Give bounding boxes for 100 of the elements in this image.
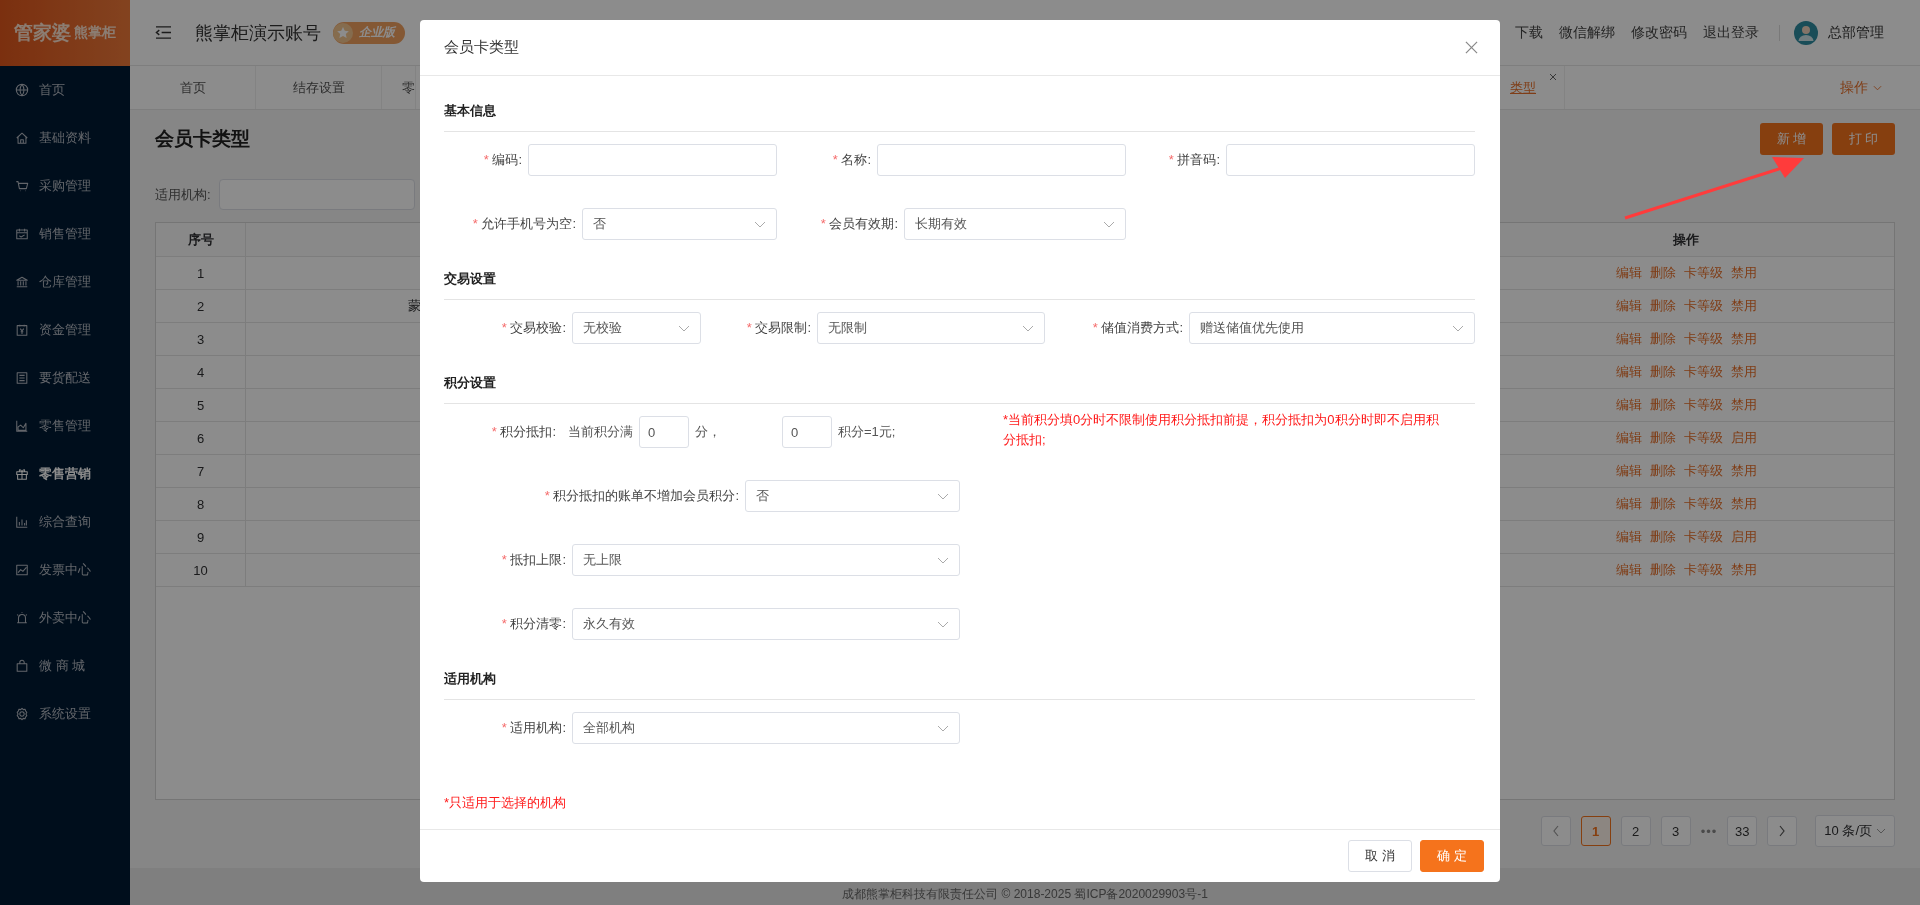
close-icon[interactable] (1465, 41, 1478, 54)
sidebar-item[interactable]: 零售营销 (0, 450, 130, 498)
pagination-ellipsis[interactable]: ••• (1700, 823, 1718, 839)
row-action-link[interactable]: 删除 (1649, 264, 1676, 282)
page-button[interactable]: 3 (1660, 816, 1691, 846)
next-page-button[interactable] (1767, 816, 1798, 846)
sidebar-item[interactable]: 基础资料 (0, 114, 130, 162)
select-field[interactable]: 赠送储值优先使用 (1189, 312, 1475, 344)
row-action-link[interactable]: 卡等级 (1683, 462, 1723, 480)
row-action-link[interactable]: 卡等级 (1683, 363, 1723, 381)
page-tab[interactable]: 零 (382, 66, 416, 109)
sidebar-item[interactable]: 零售管理 (0, 402, 130, 450)
settings-icon (15, 707, 29, 721)
row-action-link[interactable]: 禁用 (1730, 396, 1757, 414)
row-action-link[interactable]: 卡等级 (1683, 495, 1723, 513)
row-action-link[interactable]: 编辑 (1615, 429, 1642, 447)
gift-icon (15, 467, 29, 481)
select-field[interactable]: 长期有效 (904, 208, 1126, 240)
menu-icon[interactable] (155, 25, 172, 40)
input-field[interactable] (1226, 144, 1475, 176)
chevron-left-icon (1551, 825, 1560, 837)
previous-page-button[interactable] (1540, 816, 1571, 846)
row-action-link[interactable]: 编辑 (1615, 330, 1642, 348)
row-action-link[interactable]: 编辑 (1615, 264, 1642, 282)
user-name[interactable]: 总部管理 (1828, 23, 1884, 42)
select-field[interactable]: 无校验 (572, 312, 701, 344)
confirm-button[interactable]: 确 定 (1420, 840, 1484, 872)
page-tab[interactable]: 类型 (1506, 66, 1565, 109)
row-action-link[interactable]: 删除 (1649, 528, 1676, 546)
row-action-link[interactable]: 启用 (1730, 429, 1757, 447)
row-action-link[interactable]: 卡等级 (1683, 429, 1723, 447)
row-action-link[interactable]: 删除 (1649, 429, 1676, 447)
header-link[interactable]: 退出登录 (1703, 23, 1759, 42)
row-action-link[interactable]: 启用 (1730, 528, 1757, 546)
row-action-link[interactable]: 删除 (1649, 561, 1676, 579)
input-field[interactable] (877, 144, 1126, 176)
row-action-link[interactable]: 删除 (1649, 462, 1676, 480)
row-action-link[interactable]: 卡等级 (1683, 528, 1723, 546)
row-action-link[interactable]: 禁用 (1730, 264, 1757, 282)
row-action-link[interactable]: 删除 (1649, 297, 1676, 315)
row-action-link[interactable]: 编辑 (1615, 561, 1642, 579)
home-icon (15, 131, 29, 145)
row-action-link[interactable]: 卡等级 (1683, 330, 1723, 348)
sidebar-item[interactable]: 系统设置 (0, 690, 130, 738)
row-action-link[interactable]: 卡等级 (1683, 297, 1723, 315)
row-action-link[interactable]: 编辑 (1615, 363, 1642, 381)
sidebar-item[interactable]: 资金管理 (0, 306, 130, 354)
input-field[interactable] (528, 144, 777, 176)
row-action-link[interactable]: 禁用 (1730, 330, 1757, 348)
page-button[interactable]: 1 (1580, 816, 1611, 846)
sidebar-item[interactable]: 销售管理 (0, 210, 130, 258)
select-field[interactable]: 全部机构 (572, 712, 960, 744)
sidebar-item[interactable]: 首页 (0, 66, 130, 114)
page-button[interactable]: 33 (1727, 816, 1758, 846)
table-cell: 4 (156, 356, 246, 388)
sidebar-item[interactable]: 要货配送 (0, 354, 130, 402)
input-field[interactable]: 0 (639, 416, 689, 448)
sidebar-item[interactable]: 综合查询 (0, 498, 130, 546)
close-icon[interactable] (1548, 72, 1558, 82)
sidebar-item[interactable]: 外卖中心 (0, 594, 130, 642)
header-link[interactable]: 修改密码 (1631, 23, 1687, 42)
row-action-link[interactable]: 编辑 (1615, 396, 1642, 414)
actions-menu[interactable]: 操作 (1840, 66, 1882, 109)
page-size-select[interactable]: 10 条/页 (1815, 815, 1895, 847)
select-field[interactable]: 否 (745, 480, 960, 512)
select-field[interactable]: 无限制 (817, 312, 1045, 344)
sidebar-item[interactable]: 发票中心 (0, 546, 130, 594)
row-action-link[interactable]: 禁用 (1730, 462, 1757, 480)
row-action-link[interactable]: 禁用 (1730, 297, 1757, 315)
row-action-link[interactable]: 卡等级 (1683, 396, 1723, 414)
row-action-link[interactable]: 编辑 (1615, 462, 1642, 480)
toolbar-button[interactable]: 新 增 (1760, 123, 1823, 155)
page-tab[interactable]: 首页 (130, 66, 256, 109)
cancel-button[interactable]: 取 消 (1348, 840, 1412, 872)
row-action-link[interactable]: 删除 (1649, 495, 1676, 513)
row-action-link[interactable]: 禁用 (1730, 495, 1757, 513)
row-action-link[interactable]: 禁用 (1730, 561, 1757, 579)
row-action-link[interactable]: 卡等级 (1683, 264, 1723, 282)
page-tab[interactable]: 结存设置 (256, 66, 382, 109)
header-link[interactable]: 下载 (1515, 23, 1543, 42)
header-link[interactable]: 微信解绑 (1559, 23, 1615, 42)
row-action-link[interactable]: 卡等级 (1683, 561, 1723, 579)
sidebar-item[interactable]: 采购管理 (0, 162, 130, 210)
row-action-link[interactable]: 编辑 (1615, 297, 1642, 315)
row-action-link[interactable]: 禁用 (1730, 363, 1757, 381)
input-field[interactable]: 0 (782, 416, 832, 448)
table-cell: 9 (156, 521, 246, 553)
sidebar-item[interactable]: 仓库管理 (0, 258, 130, 306)
row-action-link[interactable]: 删除 (1649, 330, 1676, 348)
cart-icon (15, 179, 29, 193)
row-action-link[interactable]: 编辑 (1615, 528, 1642, 546)
select-field[interactable]: 永久有效 (572, 608, 960, 640)
sidebar-item[interactable]: 微 商 城 (0, 642, 130, 690)
select-field[interactable]: 否 (582, 208, 777, 240)
select-field[interactable]: 无上限 (572, 544, 960, 576)
toolbar-button[interactable]: 打 印 (1832, 123, 1895, 155)
row-action-link[interactable]: 编辑 (1615, 495, 1642, 513)
row-action-link[interactable]: 删除 (1649, 363, 1676, 381)
page-button[interactable]: 2 (1620, 816, 1651, 846)
row-action-link[interactable]: 删除 (1649, 396, 1676, 414)
